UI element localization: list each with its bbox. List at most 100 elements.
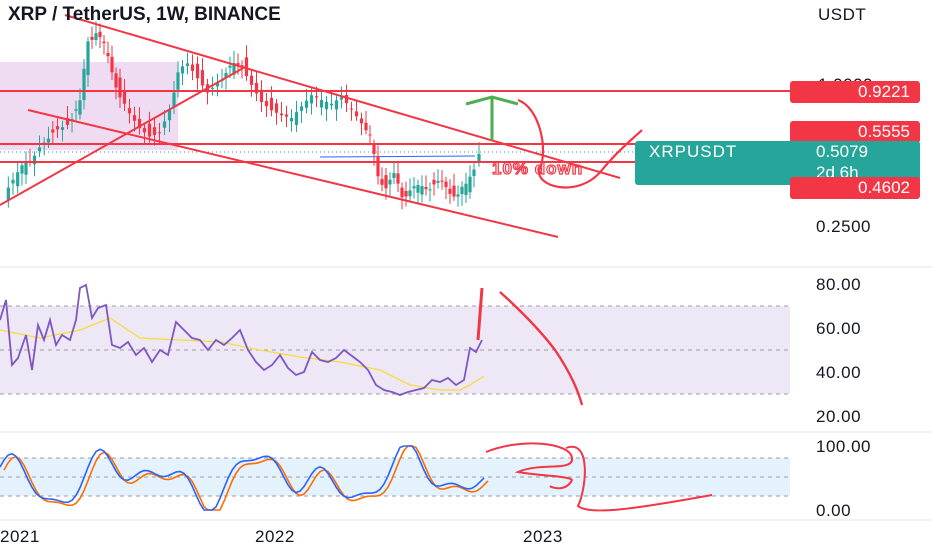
candle-body bbox=[440, 180, 444, 182]
candle-body bbox=[106, 52, 110, 57]
candle-body bbox=[264, 101, 269, 107]
candle-body bbox=[428, 189, 432, 191]
lower-trendline bbox=[27, 109, 559, 238]
candle-body bbox=[162, 121, 167, 128]
candle-body bbox=[55, 126, 60, 130]
candle-body bbox=[118, 77, 122, 98]
support-price-label: 0.4602 bbox=[790, 177, 920, 199]
time-label-2023: 2023 bbox=[523, 527, 563, 546]
candle-body bbox=[304, 100, 309, 108]
candle-body bbox=[460, 186, 464, 195]
candle-body bbox=[152, 127, 157, 135]
candle-body bbox=[408, 190, 412, 197]
time-label-2022: 2022 bbox=[255, 527, 295, 546]
candle-body bbox=[412, 186, 416, 189]
candle-body bbox=[102, 41, 106, 44]
candle-body bbox=[400, 187, 404, 198]
candle-body bbox=[24, 161, 28, 175]
candle-body bbox=[309, 95, 314, 104]
ma-line bbox=[319, 155, 476, 158]
candle-body bbox=[90, 36, 94, 40]
candle-body bbox=[200, 70, 205, 86]
candle-body bbox=[180, 66, 185, 74]
candle-body bbox=[376, 156, 380, 177]
candle-body bbox=[94, 33, 98, 40]
candle-body bbox=[314, 96, 319, 98]
candle-body bbox=[37, 147, 42, 152]
candle-body bbox=[60, 127, 65, 130]
candle-body bbox=[456, 194, 460, 197]
candle-body bbox=[244, 57, 249, 76]
candle-body bbox=[132, 115, 137, 121]
candle-body bbox=[404, 190, 408, 197]
candle-body bbox=[98, 31, 102, 38]
candle-body bbox=[424, 187, 428, 190]
candle-body bbox=[432, 179, 436, 185]
candle-body bbox=[329, 103, 334, 106]
candle-body bbox=[359, 118, 364, 124]
candle-body bbox=[294, 112, 299, 125]
current-price-label: 0.5079 bbox=[816, 142, 868, 161]
candle-body bbox=[157, 132, 162, 134]
resistance-price-label: 0.9221 bbox=[790, 81, 920, 103]
candle-body bbox=[334, 100, 339, 110]
candle-body bbox=[269, 98, 274, 111]
candle-body bbox=[324, 101, 329, 110]
candle-body bbox=[452, 185, 456, 197]
candle-body bbox=[420, 186, 424, 195]
candle-body bbox=[274, 103, 279, 113]
candle-body bbox=[368, 134, 372, 136]
candle-body bbox=[477, 153, 481, 163]
candle-body bbox=[185, 63, 190, 67]
candle-body bbox=[444, 181, 448, 188]
stoch-tick-100: 100.00 bbox=[816, 437, 871, 456]
candle-body bbox=[127, 108, 132, 114]
candle-body bbox=[319, 100, 324, 108]
candle-body bbox=[32, 155, 37, 165]
highlight-box bbox=[0, 62, 178, 150]
candle-body bbox=[396, 173, 400, 184]
candle-body bbox=[110, 56, 114, 73]
candle-body bbox=[195, 63, 200, 79]
candle-body bbox=[384, 175, 388, 189]
upper-price-label: 0.5555 bbox=[790, 121, 920, 143]
candle-body bbox=[279, 113, 284, 116]
candle-body bbox=[349, 108, 354, 110]
candle-body bbox=[354, 111, 359, 117]
candle-body bbox=[468, 176, 472, 193]
candle-body bbox=[114, 73, 118, 88]
candle-body bbox=[190, 64, 195, 71]
candle-body bbox=[436, 180, 440, 183]
candle-body bbox=[372, 144, 376, 154]
candle-body bbox=[249, 75, 254, 85]
candle-body bbox=[82, 68, 86, 101]
candle-body bbox=[380, 178, 384, 185]
candle-body bbox=[147, 123, 152, 137]
symbol-label: XRPUSDT bbox=[649, 142, 738, 161]
candle-body bbox=[228, 65, 232, 68]
candle-body bbox=[86, 41, 90, 75]
candle-body bbox=[289, 118, 294, 122]
candle-body bbox=[284, 114, 289, 117]
rsi-tick-20: 20.00 bbox=[816, 407, 861, 426]
chart-title: XRP / TetherUS, 1W, BINANCE bbox=[8, 4, 281, 25]
rsi-tick-80: 80.00 bbox=[816, 275, 861, 294]
candle-body bbox=[11, 179, 15, 184]
candle-body bbox=[51, 129, 55, 133]
candle-body bbox=[416, 185, 420, 193]
candle-body bbox=[176, 72, 180, 90]
candle-body bbox=[210, 87, 215, 89]
candle-body bbox=[6, 187, 10, 200]
candle-body bbox=[339, 97, 344, 100]
candle-body bbox=[388, 179, 392, 185]
candle-body bbox=[20, 165, 24, 174]
rsi-tick-60: 60.00 bbox=[816, 319, 861, 338]
candle-body bbox=[472, 169, 476, 176]
candle-body bbox=[74, 109, 78, 111]
candle-body bbox=[142, 127, 147, 133]
candle-body bbox=[364, 122, 368, 131]
candle-body bbox=[46, 138, 51, 143]
price-tick-0250: 0.2500 bbox=[816, 217, 871, 236]
currency-label: USDT bbox=[818, 5, 866, 24]
candle-body bbox=[464, 183, 468, 195]
